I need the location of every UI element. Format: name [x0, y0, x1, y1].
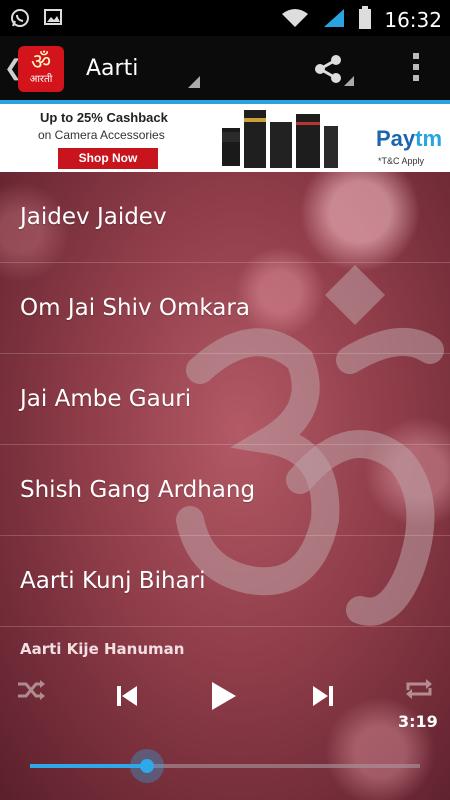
screen: 16:32 ❮ ॐ आरती Aarti Up to 25% Cashback … — [0, 0, 450, 800]
overflow-menu-icon[interactable] — [412, 53, 420, 81]
paytm-logo-pay: Pay — [376, 126, 416, 151]
share-dropdown-icon[interactable] — [344, 76, 354, 86]
status-time: 16:32 — [384, 8, 442, 32]
track-duration: 3:19 — [398, 712, 438, 731]
shuffle-icon[interactable] — [16, 678, 46, 702]
now-playing-title: Aarti Kije Hanuman — [20, 640, 185, 658]
status-bar: 16:32 — [0, 0, 450, 36]
image-icon — [44, 8, 62, 32]
ad-shop-now-button[interactable]: Shop Now — [58, 148, 158, 169]
app-logo-om: ॐ — [30, 50, 52, 75]
play-icon[interactable] — [210, 680, 238, 712]
list-item[interactable]: Aarti Kunj Bihari — [0, 536, 450, 627]
list-item[interactable]: Om Jai Shiv Omkara — [0, 263, 450, 354]
paytm-logo: Paytm — [376, 126, 442, 152]
list-item[interactable]: Jai Ambe Gauri — [0, 354, 450, 445]
seek-bar-thumb[interactable] — [130, 749, 164, 783]
share-icon[interactable] — [312, 52, 346, 86]
ad-subline: on Camera Accessories — [38, 128, 165, 142]
battery-icon — [358, 6, 372, 34]
ad-headline: Up to 25% Cashback — [40, 110, 168, 125]
whatsapp-icon — [10, 8, 30, 32]
title-dropdown-icon[interactable] — [188, 76, 200, 88]
page-title[interactable]: Aarti — [86, 56, 138, 81]
signal-icon — [322, 7, 346, 33]
repeat-icon[interactable] — [404, 676, 434, 702]
wifi-icon — [280, 7, 310, 33]
paytm-logo-tm: tm — [415, 126, 443, 151]
app-logo-text: आरती — [29, 74, 53, 85]
action-bar: ❮ ॐ आरती Aarti — [0, 36, 450, 104]
list-item[interactable]: Shish Gang Ardhang — [0, 445, 450, 536]
ad-banner[interactable]: Up to 25% Cashback on Camera Accessories… — [0, 104, 450, 172]
camera-lenses-image — [222, 110, 338, 168]
ad-terms: *T&C Apply — [378, 156, 425, 166]
list-item[interactable]: Jaidev Jaidev — [0, 172, 450, 263]
app-logo[interactable]: ॐ आरती — [18, 46, 64, 92]
previous-icon[interactable] — [116, 684, 138, 708]
song-list: Jaidev Jaidev Om Jai Shiv Omkara Jai Amb… — [0, 172, 450, 627]
next-icon[interactable] — [312, 684, 334, 708]
player-controls: Aarti Kije Hanuman 3:19 — [0, 630, 450, 800]
